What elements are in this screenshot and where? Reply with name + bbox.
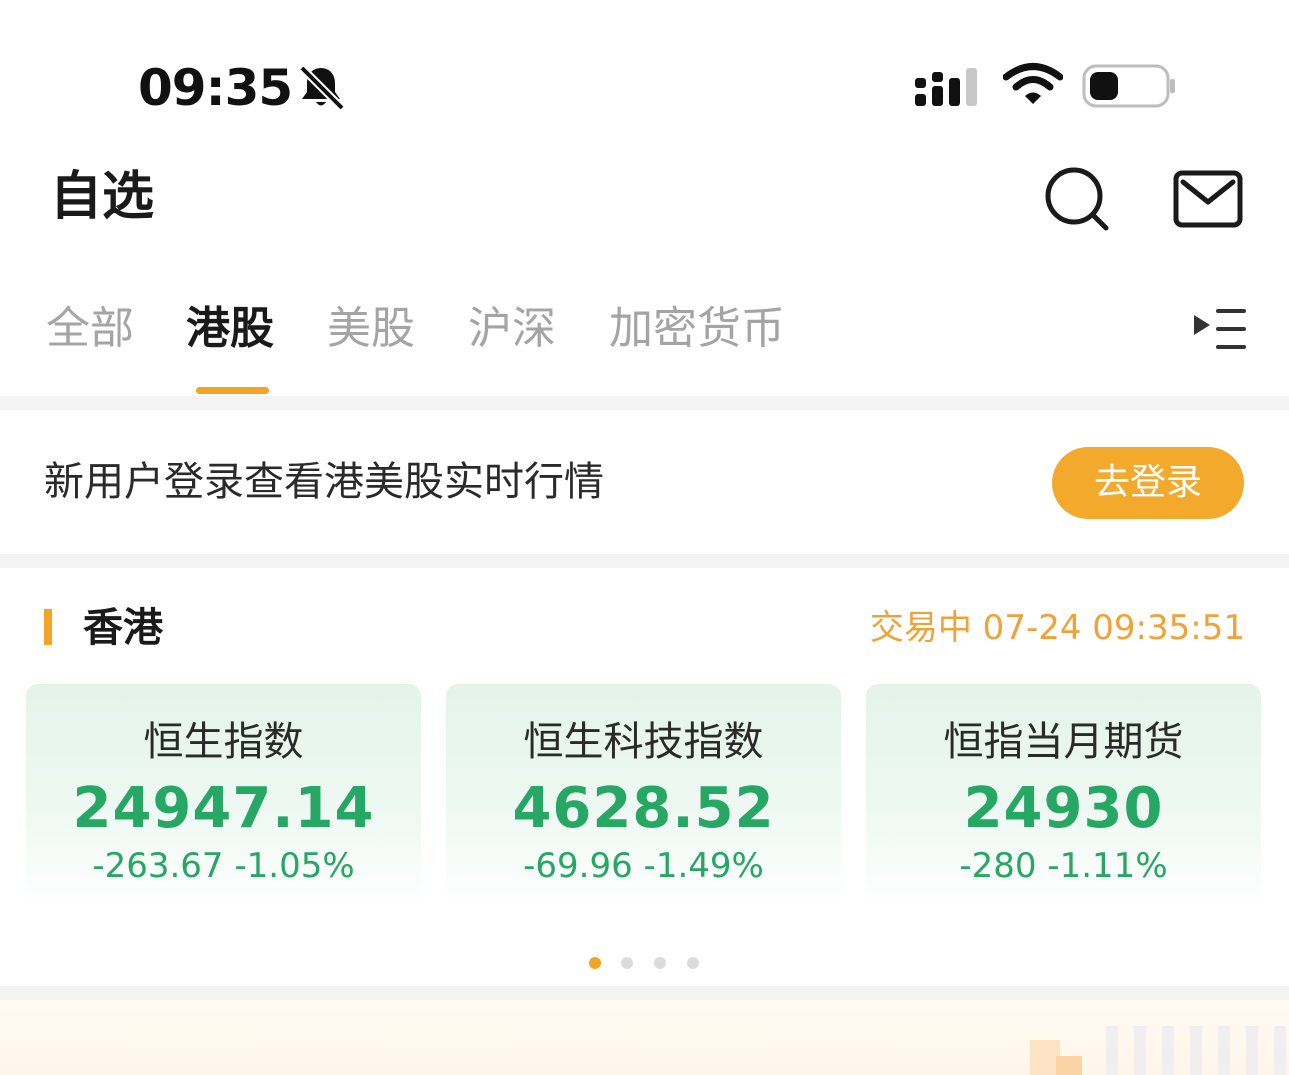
promo-illustration: [1030, 1026, 1286, 1075]
active-tab-indicator: [196, 387, 269, 394]
tab-hk-stocks[interactable]: 港股: [186, 300, 274, 358]
divider: [0, 554, 1289, 568]
page-dot-4[interactable]: [687, 957, 699, 969]
page-dot-2[interactable]: [621, 957, 633, 969]
page-dot-1[interactable]: [589, 957, 601, 969]
tab-crypto[interactable]: 加密货币: [609, 300, 785, 358]
index-name: 恒指当月期货: [943, 719, 1184, 765]
cellular-signal-icon: [915, 68, 977, 106]
tab-all[interactable]: 全部: [46, 300, 134, 358]
index-card-hstech[interactable]: 恒生科技指数 4628.52 -69.96 -1.49%: [446, 684, 841, 908]
section-accent-bar: [44, 609, 52, 645]
page-title: 自选: [50, 167, 155, 227]
index-value: 24930: [963, 776, 1164, 841]
index-change: -69.96 -1.49%: [523, 846, 764, 886]
wifi-icon: [1003, 63, 1063, 104]
bell-muted-icon: [299, 65, 345, 110]
index-card-hsi[interactable]: 恒生指数 24947.14 -263.67 -1.05%: [26, 684, 421, 908]
index-change: -263.67 -1.05%: [92, 846, 355, 886]
search-icon[interactable]: [1044, 166, 1110, 232]
market-status: 交易中 07-24 09:35:51: [869, 608, 1245, 648]
login-prompt-text: 新用户登录查看港美股实时行情: [44, 459, 604, 505]
index-value: 24947.14: [72, 776, 375, 841]
index-name: 恒生指数: [143, 719, 304, 765]
index-name: 恒生科技指数: [523, 719, 764, 765]
page-dot-3[interactable]: [654, 957, 666, 969]
battery-icon: [1082, 64, 1175, 108]
region-title: 香港: [83, 605, 163, 651]
index-change: -280 -1.11%: [959, 846, 1168, 886]
index-value: 4628.52: [512, 776, 775, 841]
tab-us-stocks[interactable]: 美股: [327, 300, 415, 358]
divider: [0, 396, 1289, 410]
divider: [0, 986, 1289, 1000]
login-button[interactable]: 去登录: [1052, 447, 1244, 519]
mail-icon[interactable]: [1173, 170, 1243, 228]
list-menu-icon[interactable]: [1190, 305, 1250, 355]
tab-sh-sz[interactable]: 沪深: [468, 300, 556, 358]
status-time: 09:35: [138, 59, 293, 117]
index-card-hsi-futures[interactable]: 恒指当月期货 24930 -280 -1.11%: [866, 684, 1261, 908]
